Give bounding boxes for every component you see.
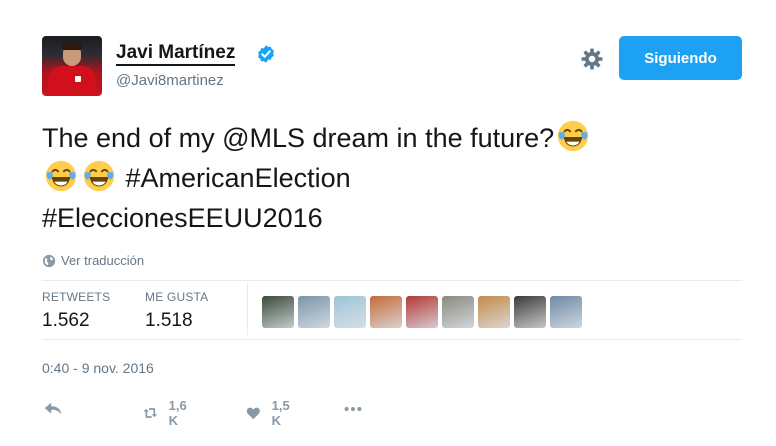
liker-avatar[interactable] [478,296,510,328]
avatar-shirt [48,66,96,96]
retweets-stat[interactable]: RETWEETS 1.562 [42,290,110,332]
tweet-line-1: The end of my @MLS dream in the future? [42,123,555,153]
following-button[interactable]: Siguiendo [619,36,742,80]
liker-avatar[interactable] [334,296,366,328]
stats-separator [247,283,248,335]
reply-button[interactable] [42,398,64,420]
liker-avatar[interactable] [262,296,294,328]
reply-icon [44,402,62,415]
retweet-icon [143,408,158,418]
liker-avatar[interactable] [298,296,330,328]
liker-avatar[interactable] [514,296,546,328]
user-handle[interactable]: @Javi8martinez [116,72,224,89]
like-button[interactable]: 1,5 K [245,398,295,428]
liker-avatars [262,296,582,328]
verified-badge-icon [258,45,274,63]
heart-icon [246,407,260,420]
retweets-count: 1.562 [42,310,90,331]
likes-label: ME GUSTA [145,290,209,304]
more-dots-icon [344,406,362,412]
liker-avatar[interactable] [406,296,438,328]
globe-icon [42,254,56,267]
likes-stat[interactable]: ME GUSTA 1.518 [145,290,208,332]
tweet-text: The end of my @MLS dream in the future? … [42,118,742,238]
retweets-label: RETWEETS [42,290,111,304]
more-button[interactable] [342,398,364,420]
gear-icon[interactable] [580,47,604,71]
retweet-count: 1,6 K [168,398,187,428]
retweet-button[interactable]: 1,6 K [142,398,192,428]
like-count: 1,5 K [271,398,290,428]
tweet-timestamp[interactable]: 0:40 - 9 nov. 2016 [42,360,154,376]
divider [42,280,742,281]
likes-count: 1.518 [145,310,193,331]
display-name[interactable]: Javi Martínez [116,43,236,66]
tears-of-joy-emoji-icon [558,120,589,152]
hashtag-elecciones-eeuu[interactable]: #EleccionesEEUU2016 [42,203,323,233]
tears-of-joy-emoji-icon [83,160,115,192]
tears-of-joy-emoji-icon [45,160,77,192]
translate-label: Ver traducción [61,253,145,268]
liker-avatar[interactable] [370,296,402,328]
liker-avatar[interactable] [550,296,582,328]
avatar-hair [62,41,82,50]
translate-link[interactable]: Ver traducción [42,253,144,268]
hashtag-american-election[interactable]: #AmericanElection [126,163,351,193]
profile-avatar[interactable] [42,36,102,96]
divider [42,339,742,340]
liker-avatar[interactable] [442,296,474,328]
